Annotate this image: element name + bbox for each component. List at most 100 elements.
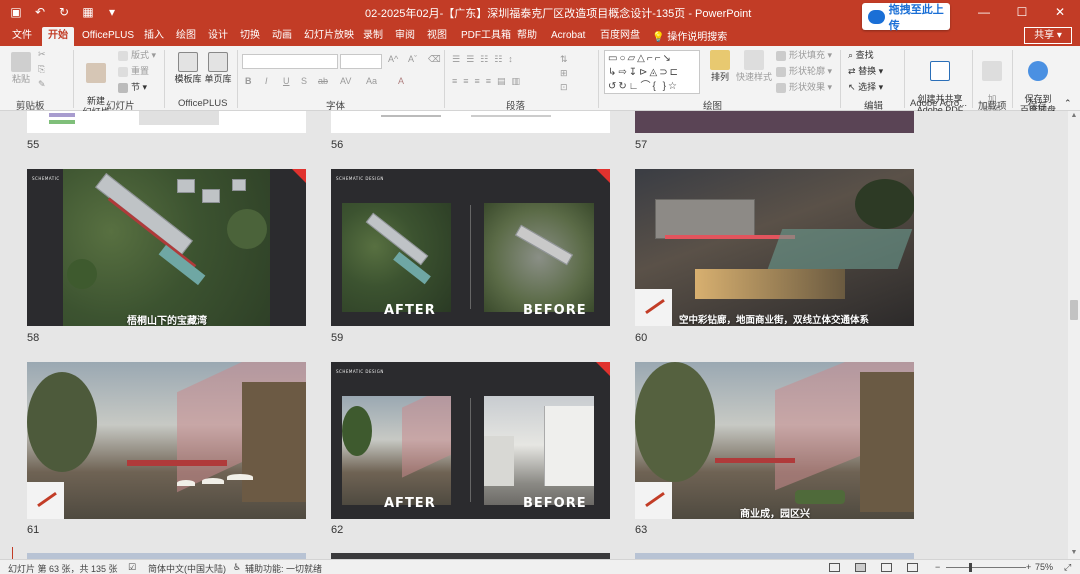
section-button[interactable]: 节 ▾: [118, 82, 147, 93]
title-bar: ▣ ↶ ↻ ▦ ▾ 02-2025年02月-【广东】深圳福泰克厂区改造项目概念设…: [0, 0, 1080, 32]
select-button[interactable]: ↖ 选择 ▾: [848, 82, 883, 93]
copy-icon[interactable]: ⎘: [38, 64, 45, 75]
align-text-icon[interactable]: ⊞: [560, 68, 568, 79]
layout-button[interactable]: 版式 ▾: [118, 50, 156, 61]
find-button[interactable]: ⌕ 查找: [848, 50, 874, 61]
slide-thumbnail[interactable]: 商业成，园区兴: [635, 362, 914, 519]
tab-help[interactable]: 帮助: [511, 27, 543, 46]
scroll-up-icon[interactable]: ▲: [1069, 112, 1079, 119]
grow-font-icon[interactable]: A^: [388, 54, 398, 65]
after-photo: [342, 396, 451, 505]
maximize-icon[interactable]: ☐: [1003, 0, 1041, 24]
tell-me-search[interactable]: 💡 操作说明搜索: [652, 28, 727, 43]
zoom-slider-knob[interactable]: [969, 563, 972, 572]
list-buttons[interactable]: ☰☰☷☷↕: [452, 54, 519, 65]
slide-thumbnail[interactable]: [635, 111, 914, 133]
zoom-out-icon[interactable]: −: [935, 562, 940, 572]
italic-button[interactable]: I: [265, 76, 268, 87]
accessibility-icon[interactable]: ♿: [233, 562, 241, 573]
slide-sorter-view-icon[interactable]: [855, 563, 866, 572]
change-case-button[interactable]: Aa: [366, 76, 377, 87]
upload-button[interactable]: 拖拽至此上传: [862, 3, 950, 32]
redo-icon[interactable]: ↻: [56, 4, 72, 20]
slide-thumbnail[interactable]: [331, 111, 610, 133]
zoom-in-icon[interactable]: +: [1026, 562, 1031, 572]
tab-pdf-toolbox[interactable]: PDF工具箱: [455, 27, 517, 46]
tab-officeplus[interactable]: OfficePLUS: [76, 27, 140, 46]
template-library-button[interactable]: 模板库: [174, 52, 202, 85]
slide-thumbnail[interactable]: SCHEMATIC DESIGN AFTER BEFORE: [331, 362, 610, 519]
fit-to-window-icon[interactable]: ⤢: [1064, 562, 1071, 573]
align-buttons[interactable]: ≡≡≡≡▤▥: [452, 76, 526, 87]
slideshow-view-icon[interactable]: [907, 563, 918, 572]
scrollbar-thumb[interactable]: [1070, 300, 1078, 320]
slide-thumbnail[interactable]: SCHEMATIC 梧桐山下的宝藏湾: [27, 169, 306, 326]
cut-icon[interactable]: ✂: [38, 49, 46, 60]
section-label: 节: [131, 82, 141, 92]
tab-record[interactable]: 录制: [357, 27, 389, 46]
tab-animations[interactable]: 动画: [266, 27, 298, 46]
slide-thumbnail[interactable]: [27, 111, 306, 133]
slide-thumbnail[interactable]: [27, 362, 306, 519]
tab-draw[interactable]: 绘图: [170, 27, 202, 46]
slide-thumbnail[interactable]: SCHEMATIC DESIGN AFTER BEFORE: [331, 169, 610, 326]
tab-review[interactable]: 审阅: [389, 27, 421, 46]
customize-qat-icon[interactable]: ▾: [104, 4, 120, 20]
share-button[interactable]: 共享 ▾: [1024, 27, 1072, 44]
single-page-library-button[interactable]: 单页库: [204, 52, 232, 85]
slideshow-icon[interactable]: ▦: [80, 4, 96, 20]
shadow-button[interactable]: S: [301, 76, 307, 87]
tab-file[interactable]: 文件: [6, 27, 38, 46]
tab-view[interactable]: 视图: [421, 27, 453, 46]
share-button-label: 共享: [1034, 30, 1055, 41]
save-icon[interactable]: ▣: [8, 4, 24, 20]
arrange-button[interactable]: 排列: [706, 50, 734, 83]
normal-view-icon[interactable]: [829, 563, 840, 572]
accessibility-status[interactable]: 辅助功能: 一切就绪: [245, 562, 322, 574]
shape-outline-button[interactable]: 形状轮廓 ▾: [776, 66, 832, 77]
tab-design[interactable]: 设计: [202, 27, 234, 46]
shrink-font-icon[interactable]: Aˇ: [408, 54, 417, 65]
spellcheck-icon[interactable]: ☑: [128, 562, 136, 573]
tab-home[interactable]: 开始: [42, 27, 74, 46]
underline-button[interactable]: U: [283, 76, 290, 87]
strikethrough-button[interactable]: ab: [318, 76, 328, 87]
char-spacing-button[interactable]: AV: [340, 76, 351, 87]
tab-transitions[interactable]: 切换: [234, 27, 266, 46]
vertical-scrollbar[interactable]: ▲ ▼: [1068, 111, 1080, 559]
slide-thumbnail[interactable]: 空中彩钻廊，地面商业街，双线立体交通体系: [635, 169, 914, 326]
template-library-label: 模板库: [174, 74, 202, 84]
font-color-button[interactable]: A: [398, 76, 404, 87]
close-icon[interactable]: ✕: [1041, 0, 1079, 24]
smartart-icon[interactable]: ⊡: [560, 82, 568, 93]
font-size-combo[interactable]: [340, 54, 382, 69]
tab-baidu-netdisk[interactable]: 百度网盘: [594, 27, 646, 46]
reset-button[interactable]: 重置: [118, 66, 149, 77]
collapse-ribbon-icon[interactable]: ⌃: [1064, 98, 1072, 109]
language-status[interactable]: 简体中文(中国大陆): [148, 562, 226, 574]
replace-button[interactable]: ⇄ 替换 ▾: [848, 66, 883, 77]
text-direction-icon[interactable]: ⇅: [560, 54, 568, 65]
undo-icon[interactable]: ↶: [32, 4, 48, 20]
shape-effects-button[interactable]: 形状效果 ▾: [776, 82, 832, 93]
scroll-down-icon[interactable]: ▼: [1069, 549, 1079, 556]
slide-corner-tag: [292, 169, 306, 183]
paste-button[interactable]: 粘贴: [8, 52, 34, 85]
reading-view-icon[interactable]: [881, 563, 892, 572]
zoom-level[interactable]: 75%: [1035, 562, 1053, 572]
format-painter-icon[interactable]: ✎: [38, 79, 46, 90]
quick-styles-button[interactable]: 快速样式: [736, 50, 772, 83]
tab-insert[interactable]: 插入: [138, 27, 170, 46]
tab-acrobat[interactable]: Acrobat: [545, 27, 591, 46]
font-name-combo[interactable]: [242, 54, 338, 69]
tab-slideshow[interactable]: 幻灯片放映: [298, 27, 360, 46]
clear-format-icon[interactable]: ⌫: [428, 54, 441, 65]
font-group-label: 字体: [326, 101, 346, 112]
minimize-icon[interactable]: —: [965, 0, 1003, 24]
template-library-icon: [178, 52, 198, 72]
shape-gallery[interactable]: ▭○▱△⌐⌐↘ ↳⇨↧⊳◬⊃⊏ ↺↻∟⌒{ }☆: [604, 50, 700, 94]
bold-button[interactable]: B: [245, 76, 252, 87]
zoom-slider[interactable]: [946, 567, 1026, 568]
slide-caption: 空中彩钻廊，地面商业街，双线立体交通体系: [679, 315, 870, 326]
shape-fill-button[interactable]: 形状填充 ▾: [776, 50, 832, 61]
